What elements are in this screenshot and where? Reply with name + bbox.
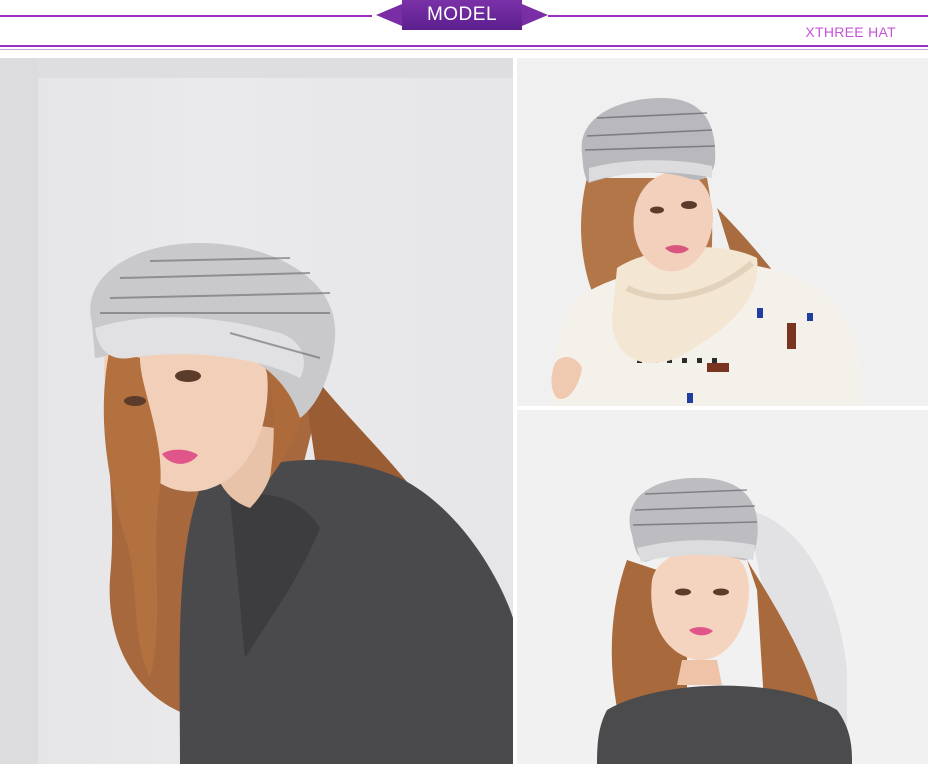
- model-photo-2: [517, 58, 928, 406]
- model-illustration-3: [597, 477, 852, 764]
- model-photo-3: [517, 410, 928, 764]
- section-header: MODEL XTHREE HAT: [0, 0, 928, 52]
- model-illustration-2: [551, 98, 862, 406]
- section-title: MODEL: [402, 0, 522, 30]
- header-line-right: [548, 15, 928, 17]
- badge-ribbon-right: [522, 4, 548, 26]
- model-photo-1: [0, 58, 513, 764]
- section-badge: MODEL: [376, 0, 548, 30]
- brand-name: XTHREE HAT: [805, 24, 896, 40]
- header-divider: [0, 45, 928, 47]
- model-illustration-1: [90, 243, 513, 764]
- header-line-left: [0, 15, 372, 17]
- header-divider-thin: [0, 49, 928, 50]
- badge-ribbon-left: [376, 4, 402, 26]
